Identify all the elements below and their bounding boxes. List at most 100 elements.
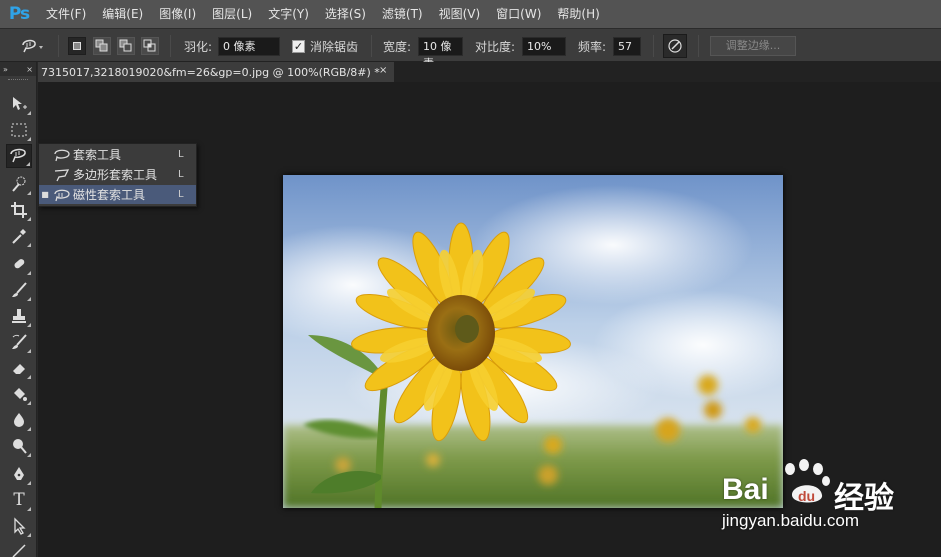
contrast-label: 对比度: <box>475 39 516 54</box>
polygonal-lasso-icon <box>51 168 73 182</box>
eraser-icon <box>13 364 25 374</box>
eyedropper-tool[interactable] <box>6 224 32 248</box>
new-selection-button[interactable] <box>68 37 86 55</box>
type-tool[interactable]: T <box>6 488 32 512</box>
antialias-checkbox[interactable]: ✓ <box>292 39 305 53</box>
menu-type[interactable]: 文字(Y) <box>260 0 317 28</box>
document-tab-title: 7315017,3218019020&fm=26&gp=0.jpg @ 100%… <box>41 65 380 79</box>
tablet-pressure-button[interactable] <box>663 34 687 58</box>
flyout-item-shortcut: L <box>178 149 184 160</box>
subtract-selection-button[interactable] <box>117 37 135 55</box>
crop-icon <box>11 202 27 218</box>
sunflower-photo <box>283 175 783 508</box>
blur-icon <box>14 413 24 427</box>
collapse-icon[interactable]: » <box>3 65 8 74</box>
menu-edit[interactable]: 编辑(E) <box>94 0 151 28</box>
menu-select[interactable]: 选择(S) <box>317 0 374 28</box>
brush-tool[interactable] <box>6 278 32 302</box>
contrast-input[interactable]: 10% <box>522 36 566 56</box>
clone-stamp-tool[interactable] <box>6 304 32 328</box>
baidu-jingyan-watermark: du Bai 经验 jingyan.baidu.com <box>722 455 937 543</box>
flyout-item-magnetic-lasso[interactable]: ■ 磁性套索工具 L <box>39 185 196 204</box>
blur-tool[interactable] <box>6 408 32 432</box>
add-selection-icon <box>95 39 108 52</box>
marquee-tool[interactable] <box>6 118 32 142</box>
history-brush-icon <box>12 334 27 349</box>
lasso-tool[interactable] <box>6 144 32 168</box>
magnetic-lasso-icon <box>51 188 73 202</box>
quick-select-icon <box>12 176 26 192</box>
path-select-tool[interactable] <box>6 514 32 538</box>
move-icon <box>13 97 27 110</box>
intersect-selection-button[interactable] <box>141 37 159 55</box>
tool-preset-picker[interactable] <box>20 29 46 63</box>
separator <box>698 35 699 57</box>
photoshop-logo: Ps <box>8 4 30 24</box>
healing-brush-icon <box>14 259 25 269</box>
menu-layer[interactable]: 图层(L) <box>204 0 260 28</box>
history-brush-tool[interactable] <box>6 330 32 354</box>
sunflower-image[interactable] <box>283 175 783 508</box>
line-icon <box>12 544 26 557</box>
clone-stamp-icon <box>12 309 26 323</box>
tools-panel: » × T <box>0 62 37 557</box>
magnetic-lasso-icon <box>22 39 43 53</box>
watermark-url: jingyan.baidu.com <box>722 511 860 530</box>
pen-icon <box>14 467 24 480</box>
separator <box>58 35 59 57</box>
close-icon[interactable]: × <box>26 65 33 74</box>
lasso-icon <box>51 148 73 162</box>
pen-pressure-icon <box>668 39 682 53</box>
menu-file[interactable]: 文件(F) <box>38 0 94 28</box>
menu-help[interactable]: 帮助(H) <box>549 0 607 28</box>
type-icon: T <box>13 490 25 510</box>
eraser-tool[interactable] <box>6 356 32 380</box>
crop-tool[interactable] <box>6 198 32 222</box>
feather-input[interactable]: 0 像素 <box>218 36 280 56</box>
add-to-selection-button[interactable] <box>93 37 111 55</box>
flyout-item-label: 多边形套索工具 <box>73 168 158 182</box>
pen-tool[interactable] <box>6 462 32 486</box>
document-tab[interactable]: 7315017,3218019020&fm=26&gp=0.jpg @ 100%… <box>38 62 394 82</box>
intersect-selection-icon <box>143 39 156 52</box>
frequency-input[interactable]: 57 <box>613 36 641 56</box>
flyout-item-lasso[interactable]: 套索工具 L <box>39 145 196 164</box>
document-tab-bar: 7315017,3218019020&fm=26&gp=0.jpg @ 100%… <box>38 62 941 82</box>
menu-bar: Ps 文件(F) 编辑(E) 图像(I) 图层(L) 文字(Y) 选择(S) 滤… <box>0 0 941 28</box>
frequency-label: 频率: <box>578 39 607 54</box>
flyout-item-shortcut: L <box>178 169 184 180</box>
line-tool[interactable] <box>6 538 32 557</box>
separator <box>170 35 171 57</box>
antialias-label: 消除锯齿 <box>310 39 359 54</box>
move-tool[interactable] <box>6 92 32 116</box>
watermark-brand: Bai <box>722 473 769 506</box>
paint-bucket-tool[interactable] <box>6 382 32 406</box>
feather-label: 羽化: <box>184 39 213 54</box>
menu-window[interactable]: 窗口(W) <box>488 0 549 28</box>
panel-grip[interactable] <box>8 79 28 82</box>
flyout-item-polygonal-lasso[interactable]: 多边形套索工具 L <box>39 165 196 184</box>
paint-bucket-icon <box>14 388 27 401</box>
selected-bullet-icon: ■ <box>41 190 49 199</box>
separator <box>653 35 654 57</box>
eyedropper-icon <box>12 229 26 244</box>
new-selection-icon <box>73 42 81 50</box>
menu-view[interactable]: 视图(V) <box>431 0 489 28</box>
width-input[interactable]: 10 像素 <box>418 36 463 70</box>
separator <box>371 35 372 57</box>
path-select-icon <box>14 517 26 535</box>
flyout-item-shortcut: L <box>178 189 184 200</box>
close-document-icon[interactable]: × <box>379 65 387 76</box>
menu-image[interactable]: 图像(I) <box>151 0 204 28</box>
flyout-item-label: 套索工具 <box>73 148 122 162</box>
dodge-icon <box>13 439 27 454</box>
tools-panel-header: » × <box>0 62 36 76</box>
flyout-item-label: 磁性套索工具 <box>73 188 146 202</box>
subtract-selection-icon <box>119 39 132 52</box>
lasso-tool-flyout: 套索工具 L 多边形套索工具 L ■ 磁性套索工具 L <box>38 143 197 207</box>
healing-brush-tool[interactable] <box>6 252 32 276</box>
refine-edge-button[interactable]: 调整边缘... <box>710 36 796 56</box>
quick-select-tool[interactable] <box>6 172 32 196</box>
dodge-tool[interactable] <box>6 434 32 458</box>
menu-filter[interactable]: 滤镜(T) <box>374 0 431 28</box>
